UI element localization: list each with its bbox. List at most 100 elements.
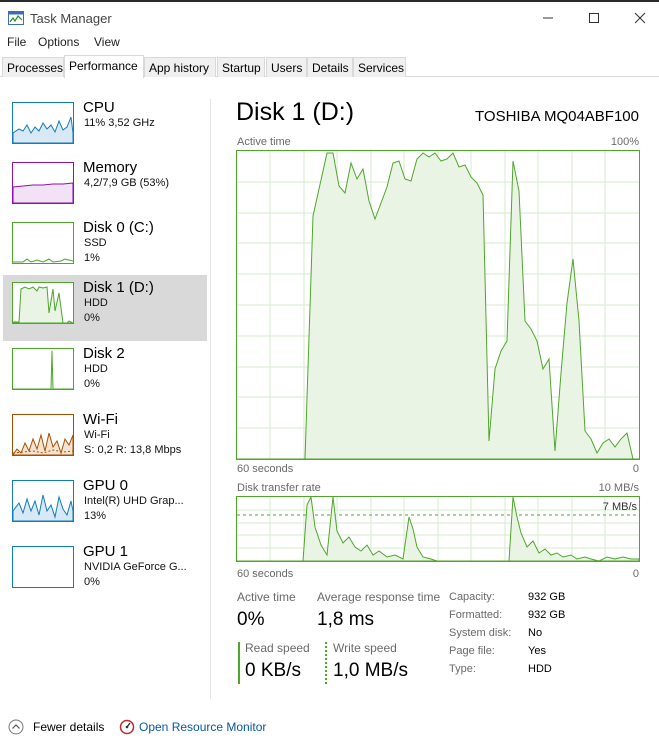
active-time-stat-value: 0% (237, 609, 265, 630)
sidebar-item-name: Disk 1 (D:) (83, 279, 154, 296)
active-time-max-label: 100% (610, 136, 639, 148)
page-title: Disk 1 (D:) (236, 98, 355, 126)
tab-details[interactable]: Details (307, 57, 353, 77)
type-label: Type: (449, 663, 476, 675)
tab-startup[interactable]: Startup (217, 57, 265, 77)
read-speed-value: 0 KB/s (245, 660, 301, 681)
sidebar-item-name: GPU 1 (83, 543, 129, 560)
active-time-stat-label: Active time (237, 590, 296, 604)
sidebar-item-name: Wi-Fi (83, 411, 118, 428)
sidebar-item-sub: 0% (84, 378, 100, 390)
system-disk-label: System disk: (449, 627, 512, 639)
sidebar-item-sub: 4,2/7,9 GB (53%) (84, 177, 169, 189)
sidebar-item-name: Disk 2 (83, 345, 125, 362)
sidebar-item-sub: NVIDIA GeForce G... (84, 561, 187, 573)
minimize-icon (543, 17, 553, 19)
transfer-rate-scale-label: 7 MB/s (602, 501, 637, 513)
tab-strip: Processes Performance App history Startu… (0, 55, 659, 78)
sidebar-item-cpu[interactable]: CPU 11% 3,52 GHz (3, 95, 207, 161)
gpu-0-thumbnail-graph (12, 480, 74, 522)
memory-thumbnail-graph (12, 162, 74, 204)
disk-0-thumbnail-graph (12, 222, 74, 264)
menu-view[interactable]: View (94, 35, 120, 49)
sidebar-item-sub: 0% (84, 312, 100, 324)
sidebar-item-name: Memory (83, 159, 138, 176)
menu-options[interactable]: Options (38, 35, 79, 49)
sidebar-item-gpu-0[interactable]: GPU 0 Intel(R) UHD Grap... 13% (3, 473, 207, 539)
tab-app-history[interactable]: App history (144, 57, 216, 77)
menu-file[interactable]: File (7, 35, 26, 49)
active-time-x-label: 60 seconds (237, 463, 294, 475)
transfer-rate-graph-svg (237, 495, 640, 562)
active-time-graph-svg (237, 151, 639, 460)
task-manager-icon (8, 11, 24, 25)
system-disk-value: No (528, 627, 543, 639)
sidebar-item-gpu-1[interactable]: GPU 1 NVIDIA GeForce G... 0% (3, 539, 207, 605)
tab-services[interactable]: Services (353, 57, 406, 77)
transfer-rate-min-label: 0 (632, 568, 639, 580)
type-value: HDD (528, 663, 552, 675)
avg-response-stat-label: Average response time (317, 590, 441, 604)
sidebar-item-disk-1[interactable]: Disk 1 (D:) HDD 0% (3, 275, 207, 341)
write-speed-value: 1,0 MB/s (333, 660, 408, 681)
sidebar-item-sub: 11% 3,52 GHz (84, 117, 155, 129)
sidebar-item-sub: 1% (84, 252, 100, 264)
sidebar-item-sub: HDD (84, 363, 108, 375)
transfer-rate-max-label: 10 MB/s (598, 482, 639, 494)
menu-bar: File Options View (0, 32, 659, 52)
tab-performance[interactable]: Performance (64, 55, 144, 78)
sidebar-item-name: GPU 0 (83, 477, 129, 494)
page-file-value: Yes (528, 645, 546, 657)
disk-1-thumbnail-graph (12, 282, 74, 324)
open-resource-monitor-link[interactable]: Open Resource Monitor (139, 720, 266, 734)
transfer-rate-graph-label: Disk transfer rate (237, 482, 321, 494)
gpu-1-thumbnail-graph (12, 546, 74, 588)
active-time-graph (236, 150, 640, 460)
write-speed-marker (325, 642, 327, 684)
title-bar: Task Manager (0, 0, 659, 32)
transfer-rate-x-label: 60 seconds (237, 568, 294, 580)
sidebar-item-sub: HDD (84, 297, 108, 309)
resource-monitor-icon (119, 719, 135, 735)
sidebar-item-sub: Wi-Fi (84, 429, 110, 441)
footer: Fewer details Open Resource Monitor (0, 712, 659, 747)
tab-users[interactable]: Users (266, 57, 307, 77)
sidebar-item-wifi[interactable]: Wi-Fi Wi-Fi S: 0,2 R: 13,8 Mbps (3, 407, 207, 473)
maximize-button[interactable] (571, 4, 617, 32)
sidebar-item-disk-2[interactable]: Disk 2 HDD 0% (3, 341, 207, 407)
capacity-label: Capacity: (449, 591, 495, 603)
active-time-graph-label: Active time (237, 136, 291, 148)
close-button[interactable] (617, 4, 659, 32)
wifi-thumbnail-graph (12, 414, 74, 456)
cpu-thumbnail-graph (12, 102, 74, 144)
fewer-details-button[interactable]: Fewer details (33, 720, 104, 734)
capacity-value: 932 GB (528, 591, 566, 603)
sidebar-item-sub: 13% (84, 510, 107, 522)
disk-model-name: TOSHIBA MQ04ABF100 (475, 108, 639, 125)
sidebar-item-sub: S: 0,2 R: 13,8 Mbps (84, 444, 182, 456)
minimize-button[interactable] (525, 4, 571, 32)
write-speed-label: Write speed (333, 641, 397, 655)
sidebar-item-sub: SSD (84, 237, 107, 249)
chevron-up-icon[interactable] (8, 719, 24, 735)
avg-response-stat-value: 1,8 ms (317, 609, 375, 630)
window-title: Task Manager (30, 11, 112, 26)
close-icon (634, 12, 646, 24)
sidebar-item-name: Disk 0 (C:) (83, 219, 154, 236)
page-file-label: Page file: (449, 645, 495, 657)
sidebar-divider (210, 99, 211, 699)
disk-2-thumbnail-graph (12, 348, 74, 390)
active-time-min-label: 0 (632, 463, 639, 475)
sidebar-item-name: CPU (83, 99, 115, 116)
tab-processes[interactable]: Processes (2, 57, 64, 77)
sidebar-item-sub: Intel(R) UHD Grap... (84, 495, 184, 507)
read-speed-label: Read speed (245, 641, 310, 655)
maximize-icon (589, 13, 599, 23)
sidebar-item-sub: 0% (84, 576, 100, 588)
formatted-value: 932 GB (528, 609, 566, 621)
formatted-label: Formatted: (449, 609, 503, 621)
read-speed-marker (238, 642, 240, 684)
sidebar-item-memory[interactable]: Memory 4,2/7,9 GB (53%) (3, 155, 207, 221)
transfer-rate-graph (236, 495, 640, 562)
sidebar-item-disk-0[interactable]: Disk 0 (C:) SSD 1% (3, 215, 207, 281)
